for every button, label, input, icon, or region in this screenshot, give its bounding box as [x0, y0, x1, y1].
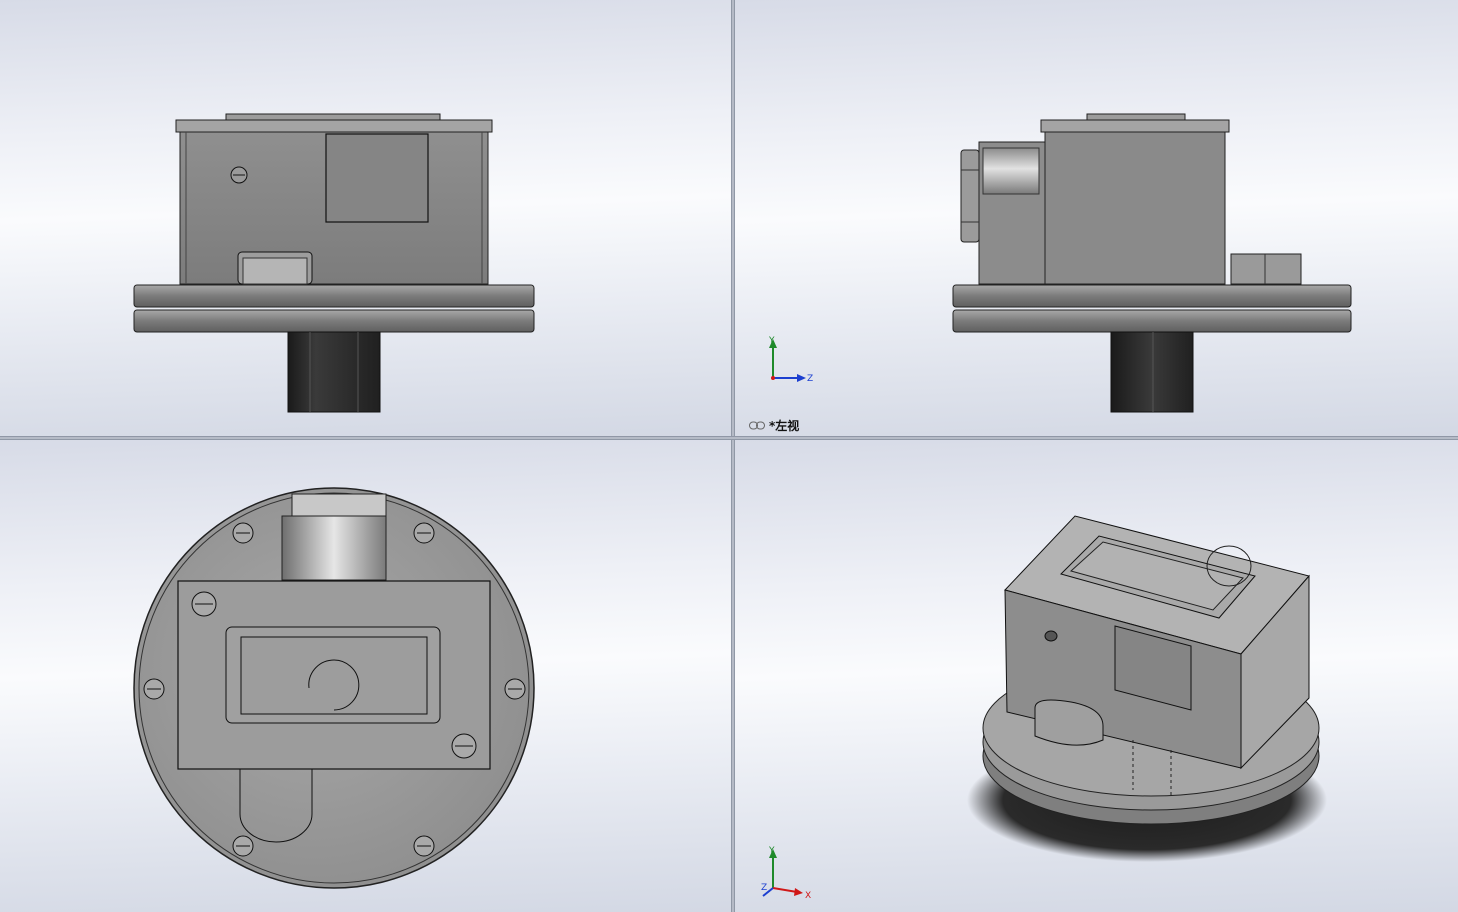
- front-view-model: [133, 113, 535, 413]
- view-name-text: *左视: [769, 419, 800, 433]
- coordinate-triad-icon: Y Z: [768, 336, 813, 384]
- triad-y-label: Y: [768, 336, 775, 346]
- top-view-model: [133, 487, 535, 889]
- triad-x-label: X: [805, 891, 811, 901]
- viewport-isometric-view[interactable]: Y X Z: [735, 440, 1458, 912]
- triad-z-label: Z: [761, 883, 767, 893]
- viewport-front-view[interactable]: [0, 0, 731, 436]
- triad-z-label: Z: [807, 374, 813, 384]
- view-name-label[interactable]: *左视: [749, 417, 799, 434]
- link-icon[interactable]: [749, 421, 765, 430]
- isometric-view-model: [967, 515, 1327, 862]
- coordinate-triad-icon-iso: Y X Z: [761, 846, 811, 901]
- left-view-model: [952, 113, 1352, 413]
- viewport-left-view[interactable]: Y Z *左视: [735, 0, 1458, 436]
- triad-y-label: Y: [768, 846, 775, 856]
- viewport-top-view[interactable]: [0, 440, 731, 912]
